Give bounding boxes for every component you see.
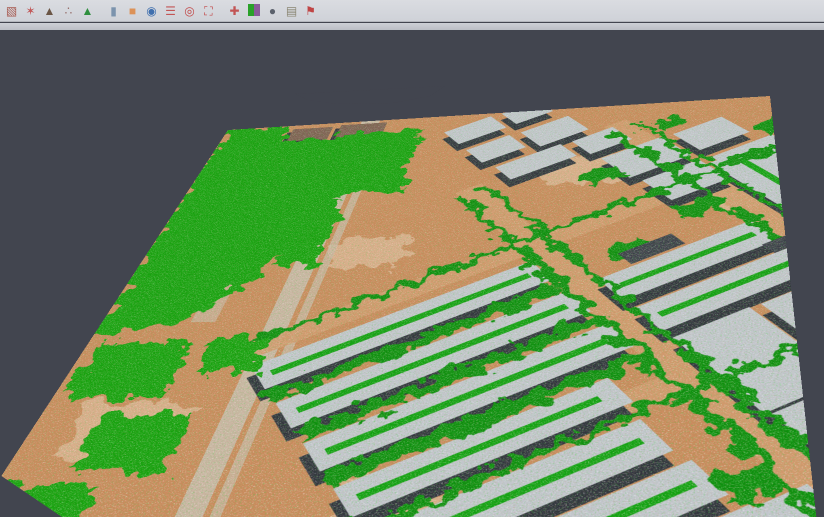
open-project-button[interactable]: ▧ <box>3 2 20 19</box>
terrain-icon: ▲ <box>44 5 56 17</box>
terrain-model-button[interactable]: ▲ <box>41 2 58 19</box>
toolbar-separator <box>218 2 225 19</box>
orthophoto-icon: ■ <box>129 5 136 17</box>
annotations-icon: ▤ <box>286 5 297 17</box>
surface-model-icon: ▲ <box>82 5 94 17</box>
sphere-view-button[interactable]: ● <box>264 2 281 19</box>
zoom-extent-icon: ⛶ <box>204 5 212 17</box>
classification-green-chip <box>248 4 254 16</box>
surface-model-button[interactable]: ▲ <box>79 2 96 19</box>
point-cloud-scene <box>0 96 824 517</box>
3d-viewport-canvas[interactable] <box>0 30 824 517</box>
orthophoto-button[interactable]: ■ <box>124 2 141 19</box>
profile-view-icon: ▮ <box>110 5 117 17</box>
sphere-view-icon: ● <box>269 5 276 17</box>
annotations-button[interactable]: ▤ <box>283 2 300 19</box>
toolbar-separator <box>97 2 104 19</box>
globe-view-button[interactable]: ◉ <box>143 2 160 19</box>
app-window: { "window": { "background": "#42454f" },… <box>0 0 824 517</box>
flag-button[interactable]: ⚑ <box>302 2 319 19</box>
classification-colors-button[interactable] <box>245 2 262 19</box>
layers-button[interactable]: ☰ <box>162 2 179 19</box>
add-marker-button[interactable]: ✚ <box>226 2 243 19</box>
main-toolbar: ▧ ✶ ▲ ∴ ▲ ▮ ■ ◉ ☰ ◎ ⛶ ✚ ● ▤ ⚑ <box>0 0 824 22</box>
target-icon: ◎ <box>184 5 194 17</box>
zoom-extent-button[interactable]: ⛶ <box>200 2 217 19</box>
classification-purple-chip <box>254 4 260 16</box>
point-cloud-icon: ∴ <box>65 5 73 17</box>
import-points-icon: ✶ <box>25 5 35 17</box>
target-button[interactable]: ◎ <box>181 2 198 19</box>
add-marker-icon: ✚ <box>229 5 239 17</box>
pointcloud-noise-dark <box>0 96 824 517</box>
profile-view-button[interactable]: ▮ <box>105 2 122 19</box>
flag-icon: ⚑ <box>305 5 316 17</box>
classification-colors-icon <box>248 4 260 18</box>
open-project-icon: ▧ <box>6 5 17 17</box>
point-cloud-button[interactable]: ∴ <box>60 2 77 19</box>
import-points-button[interactable]: ✶ <box>22 2 39 19</box>
layers-icon: ☰ <box>165 5 176 17</box>
globe-view-icon: ◉ <box>146 5 156 17</box>
